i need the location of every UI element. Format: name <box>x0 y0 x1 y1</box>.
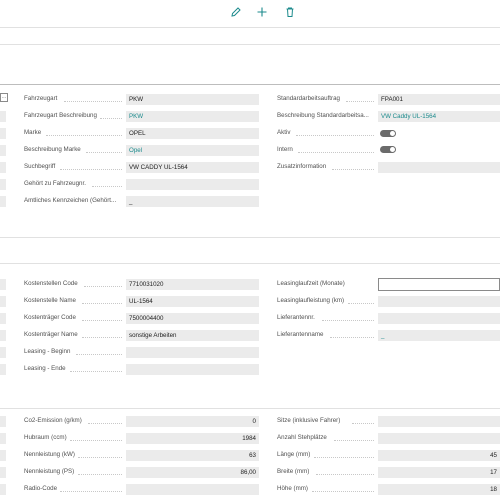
field-stub <box>0 416 6 427</box>
gehoert-zu-field[interactable] <box>126 179 259 190</box>
field-stub <box>0 296 6 307</box>
pencil-icon[interactable] <box>229 5 243 19</box>
leader-dots <box>348 303 374 304</box>
marke-field[interactable]: OPEL <box>126 128 259 139</box>
nennleistung-ps-field[interactable]: 86,00 <box>126 467 259 478</box>
leasing-beginn-field[interactable] <box>126 347 259 358</box>
leader-dots <box>78 457 122 458</box>
leader-dots <box>82 320 122 321</box>
aktiv-toggle[interactable] <box>380 130 396 137</box>
kennzeichen-field[interactable]: _ <box>126 196 259 207</box>
trash-icon[interactable] <box>283 5 297 19</box>
leader-dots <box>76 354 122 355</box>
lookup-button[interactable]: ... <box>0 93 8 102</box>
field-stub <box>0 433 6 444</box>
leader-dots <box>78 474 122 475</box>
section-divider <box>0 84 500 85</box>
leader-dots <box>316 474 374 475</box>
kostenstelle-code-field[interactable]: 7710031020 <box>126 279 259 290</box>
field-stub <box>0 313 6 324</box>
leader-dots <box>352 423 374 424</box>
kostentraeger-code-field[interactable]: 7500004400 <box>126 313 259 324</box>
field-stub <box>0 364 6 375</box>
fahrzeugart-field[interactable]: PKW <box>126 94 259 105</box>
leader-dots <box>86 152 122 153</box>
kennzeichen-label: Amtliches Kennzeichen (Gehört... <box>24 197 117 204</box>
sitze-field[interactable] <box>378 416 500 427</box>
kostentraeger-name-field[interactable]: sonstige Arbeiten <box>126 330 259 341</box>
divider <box>0 27 500 28</box>
leasing-laufleistung-field[interactable] <box>378 296 500 307</box>
zusatzinformation-field[interactable] <box>378 162 500 173</box>
section-divider <box>0 263 500 264</box>
leader-dots <box>296 135 374 136</box>
field-stub <box>0 128 6 139</box>
fahrzeugart-beschreibung-field[interactable]: PKW <box>126 111 259 122</box>
field-stub <box>0 467 6 478</box>
beschreibung-standard-field[interactable]: VW Caddy UL-1564 <box>378 111 500 122</box>
field-stub <box>0 450 6 461</box>
leader-dots <box>334 440 374 441</box>
field-stub <box>0 484 6 495</box>
radio-code-field[interactable] <box>126 484 259 495</box>
vehicle-card-page: ... Fahrzeugart PKW Fahrzeugart Beschrei… <box>0 0 500 500</box>
leader-dots <box>322 320 374 321</box>
leader-dots <box>84 286 122 287</box>
leader-dots <box>60 169 122 170</box>
field-stub <box>0 347 6 358</box>
intern-toggle[interactable] <box>380 146 396 153</box>
suchbegriff-field[interactable]: VW CADDY UL-1564 <box>126 162 259 173</box>
field-stub <box>0 279 6 290</box>
action-bar <box>0 0 500 26</box>
leasing-ende-field[interactable] <box>126 364 259 375</box>
nennleistung-kw-field[interactable]: 63 <box>126 450 259 461</box>
leader-dots <box>46 135 122 136</box>
leasing-laufzeit-input[interactable] <box>378 278 500 291</box>
section-divider <box>0 408 500 409</box>
section-divider <box>0 237 500 238</box>
leader-dots <box>64 101 122 102</box>
leader-dots <box>92 186 122 187</box>
standardarbeitsauftrag-field[interactable]: FPA001 <box>378 94 500 105</box>
divider <box>0 44 500 45</box>
field-stub <box>0 111 6 122</box>
leader-dots <box>60 491 122 492</box>
stehplaetze-field[interactable] <box>378 433 500 444</box>
kostenstelle-name-field[interactable]: UL-1564 <box>126 296 259 307</box>
leader-dots <box>312 491 374 492</box>
leasing-laufzeit-label: Leasinglaufzeit (Monate) <box>277 280 345 287</box>
lieferantennr-field[interactable] <box>378 313 500 324</box>
leader-dots <box>70 371 122 372</box>
breite-field[interactable]: 17 <box>378 467 500 478</box>
plus-icon[interactable] <box>255 5 269 19</box>
field-stub <box>0 145 6 156</box>
leader-dots <box>298 152 374 153</box>
field-stub <box>0 162 6 173</box>
leader-dots <box>314 457 374 458</box>
hubraum-field[interactable]: 1984 <box>126 433 259 444</box>
laenge-field[interactable]: 45 <box>378 450 500 461</box>
leader-dots <box>346 101 374 102</box>
leader-dots <box>88 423 122 424</box>
leader-dots <box>330 337 374 338</box>
field-stub <box>0 330 6 341</box>
leader-dots <box>100 118 122 119</box>
beschreibung-marke-field[interactable]: Opel <box>126 145 259 156</box>
lieferantenname-field[interactable]: _ <box>378 330 500 341</box>
leader-dots <box>70 440 122 441</box>
leader-dots <box>82 337 122 338</box>
hoehe-field[interactable]: 18 <box>378 484 500 495</box>
field-stub <box>0 196 6 207</box>
leader-dots <box>82 303 122 304</box>
leader-dots <box>332 169 374 170</box>
co2-field[interactable]: 0 <box>126 416 259 427</box>
beschreibung-standard-label: Beschreibung Standardarbeitsa... <box>277 112 369 119</box>
field-stub <box>0 179 6 190</box>
